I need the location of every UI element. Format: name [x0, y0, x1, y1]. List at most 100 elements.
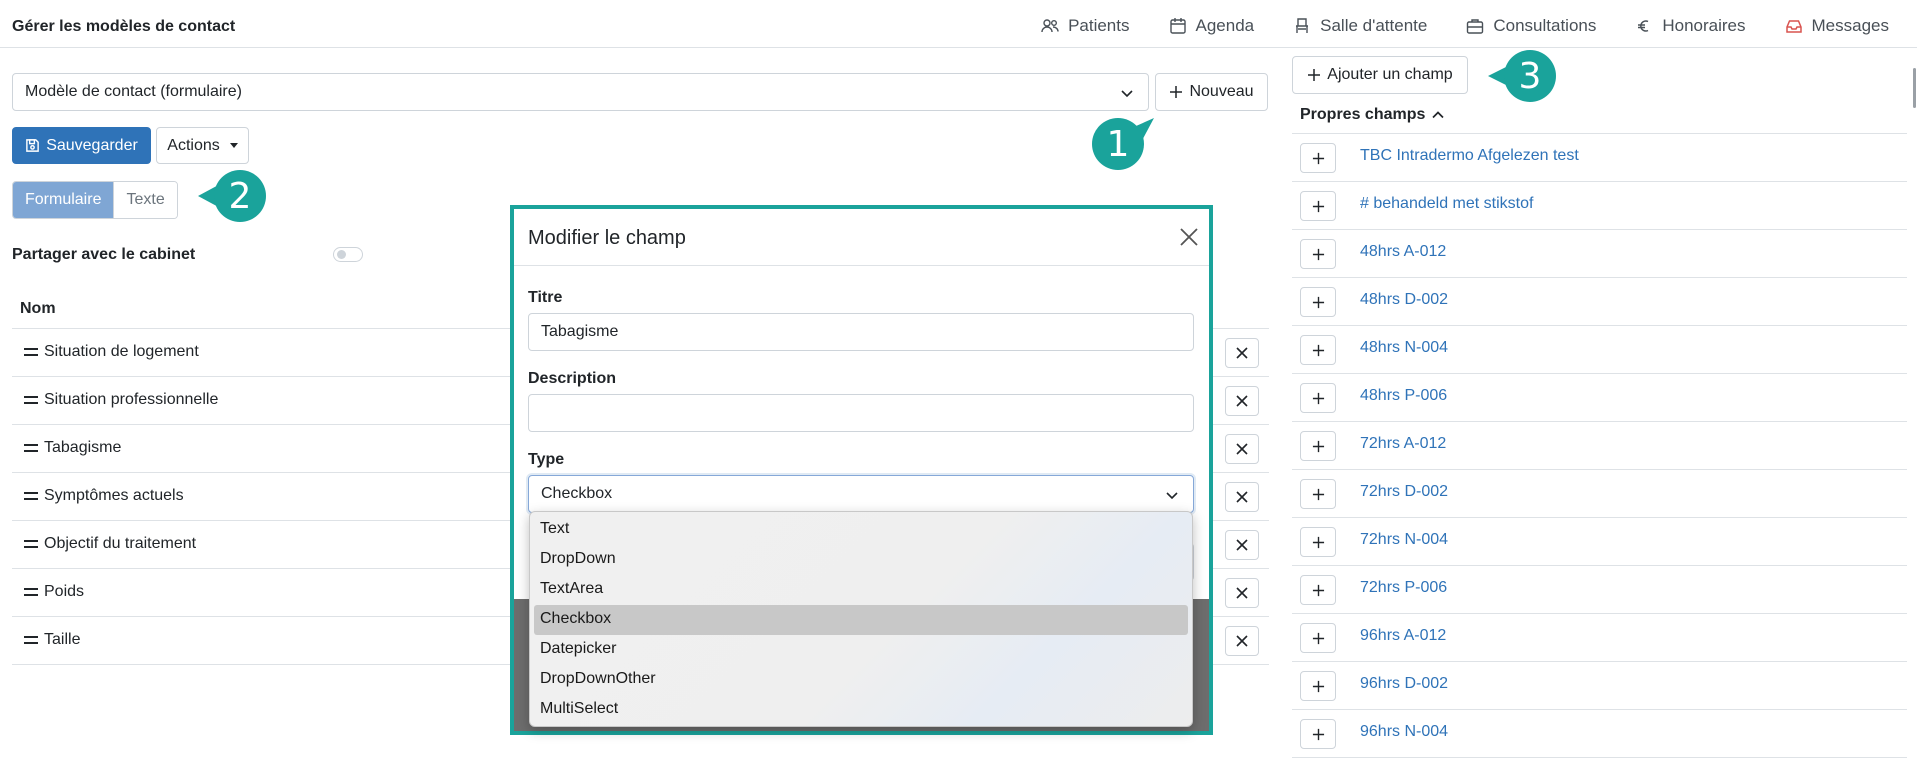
nav-messages[interactable]: Messages	[1784, 16, 1889, 36]
plus-icon	[1312, 248, 1324, 260]
field-name: Symptômes actuels	[44, 487, 184, 504]
plus-icon	[1312, 680, 1324, 692]
callout-2: 2	[214, 170, 266, 222]
own-field-row: 48hrs N-004	[1292, 326, 1907, 374]
type-options-list: Text DropDown TextArea Checkbox Datepicker Dr…	[529, 511, 1193, 727]
type-select[interactable]: Checkbox	[528, 475, 1194, 513]
segment-formulaire[interactable]: Formulaire	[13, 182, 114, 218]
drag-handle-icon[interactable]	[24, 588, 38, 598]
type-option[interactable]: MultiSelect	[534, 695, 1188, 725]
nav-consultations[interactable]: Consultations	[1465, 16, 1596, 36]
close-icon	[1236, 395, 1248, 407]
close-icon	[1236, 443, 1248, 455]
segment-texte[interactable]: Texte	[113, 182, 177, 218]
nav-waiting-room[interactable]: Salle d'attente	[1292, 16, 1427, 36]
own-field-link[interactable]: 72hrs N-004	[1360, 531, 1448, 549]
template-select-value: Modèle de contact (formulaire)	[25, 83, 242, 100]
add-own-field-button[interactable]	[1300, 383, 1336, 413]
add-own-field-button[interactable]	[1300, 287, 1336, 317]
own-field-link[interactable]: TBC Intradermo Afgelezen test	[1360, 147, 1579, 165]
plus-icon	[1312, 200, 1324, 212]
nav-agenda[interactable]: Agenda	[1168, 16, 1254, 36]
delete-field-button[interactable]	[1225, 626, 1259, 656]
plus-icon	[1170, 86, 1183, 98]
own-field-link[interactable]: 96hrs N-004	[1360, 723, 1448, 741]
own-field-row: 48hrs P-006	[1292, 374, 1907, 422]
plus-icon	[1312, 392, 1324, 404]
template-select[interactable]: Modèle de contact (formulaire)	[12, 73, 1149, 111]
delete-field-button[interactable]	[1225, 386, 1259, 416]
nav-label: Honoraires	[1662, 16, 1746, 35]
own-field-row: 72hrs P-006	[1292, 566, 1907, 614]
title-label: Titre	[528, 289, 563, 306]
nav-honoraires[interactable]: Honoraires	[1634, 16, 1746, 36]
plus-icon	[1312, 728, 1324, 740]
type-option[interactable]: DropDown	[534, 545, 1188, 575]
chevron-up-icon	[1432, 111, 1444, 119]
add-own-field-button[interactable]	[1300, 335, 1336, 365]
column-header-nom: Nom	[20, 300, 56, 317]
delete-field-button[interactable]	[1225, 434, 1259, 464]
title-input[interactable]: Tabagisme	[528, 313, 1194, 351]
nav-label: Patients	[1068, 16, 1130, 35]
add-field-button[interactable]: Ajouter un champ	[1292, 56, 1468, 94]
nav-patients[interactable]: Patients	[1040, 16, 1130, 36]
type-option[interactable]: Checkbox	[534, 605, 1188, 635]
delete-field-button[interactable]	[1225, 338, 1259, 368]
drag-handle-icon[interactable]	[24, 444, 38, 454]
modal-title: Modifier le champ	[528, 227, 686, 249]
save-button[interactable]: Sauvegarder	[12, 127, 151, 164]
own-field-row: 96hrs A-012	[1292, 614, 1907, 662]
add-own-field-button[interactable]	[1300, 191, 1336, 221]
close-icon	[1236, 491, 1248, 503]
own-field-row: # behandeld met stikstof	[1292, 182, 1907, 230]
share-switch[interactable]	[333, 247, 363, 262]
chevron-down-icon	[1166, 492, 1178, 500]
type-option[interactable]: TextArea	[534, 575, 1188, 605]
own-field-link[interactable]: 48hrs D-002	[1360, 291, 1448, 309]
type-option[interactable]: Text	[534, 515, 1188, 545]
add-own-field-button[interactable]	[1300, 719, 1336, 749]
type-option[interactable]: Datepicker	[534, 635, 1188, 665]
close-icon	[1236, 587, 1248, 599]
add-own-field-button[interactable]	[1300, 479, 1336, 509]
own-field-link[interactable]: 72hrs D-002	[1360, 483, 1448, 501]
drag-handle-icon[interactable]	[24, 348, 38, 358]
add-own-field-button[interactable]	[1300, 239, 1336, 269]
add-own-field-button[interactable]	[1300, 575, 1336, 605]
own-fields-toggle[interactable]: Propres champs	[1300, 106, 1445, 124]
inbox-icon	[1785, 20, 1802, 33]
delete-field-button[interactable]	[1225, 530, 1259, 560]
description-input[interactable]	[528, 394, 1194, 432]
scrollbar[interactable]	[1913, 68, 1916, 108]
own-field-link[interactable]: 48hrs P-006	[1360, 387, 1447, 405]
own-field-link[interactable]: 48hrs N-004	[1360, 339, 1448, 357]
type-option[interactable]: DropDownOther	[534, 665, 1188, 695]
close-icon	[1236, 539, 1248, 551]
drag-handle-icon[interactable]	[24, 492, 38, 502]
field-name: Situation professionnelle	[44, 391, 219, 408]
drag-handle-icon[interactable]	[24, 396, 38, 406]
add-own-field-button[interactable]	[1300, 623, 1336, 653]
new-template-button[interactable]: Nouveau	[1155, 73, 1268, 111]
own-field-link[interactable]: 72hrs P-006	[1360, 579, 1447, 597]
plus-icon	[1312, 152, 1324, 164]
own-field-link[interactable]: 96hrs D-002	[1360, 675, 1448, 693]
add-own-field-button[interactable]	[1300, 527, 1336, 557]
actions-dropdown-button[interactable]: Actions	[156, 127, 249, 164]
own-field-link[interactable]: # behandeld met stikstof	[1360, 195, 1533, 213]
own-field-link[interactable]: 48hrs A-012	[1360, 243, 1446, 261]
add-own-field-button[interactable]	[1300, 143, 1336, 173]
add-own-field-button[interactable]	[1300, 671, 1336, 701]
close-icon[interactable]	[1177, 225, 1201, 249]
drag-handle-icon[interactable]	[24, 636, 38, 646]
drag-handle-icon[interactable]	[24, 540, 38, 550]
main-nav: Patients Agenda Salle d'attente Consulta…	[1040, 16, 1889, 36]
own-field-link[interactable]: 72hrs A-012	[1360, 435, 1446, 453]
add-own-field-button[interactable]	[1300, 431, 1336, 461]
own-field-link[interactable]: 96hrs A-012	[1360, 627, 1446, 645]
own-fields-title: Propres champs	[1300, 106, 1426, 123]
users-icon	[1041, 19, 1059, 33]
delete-field-button[interactable]	[1225, 578, 1259, 608]
delete-field-button[interactable]	[1225, 482, 1259, 512]
